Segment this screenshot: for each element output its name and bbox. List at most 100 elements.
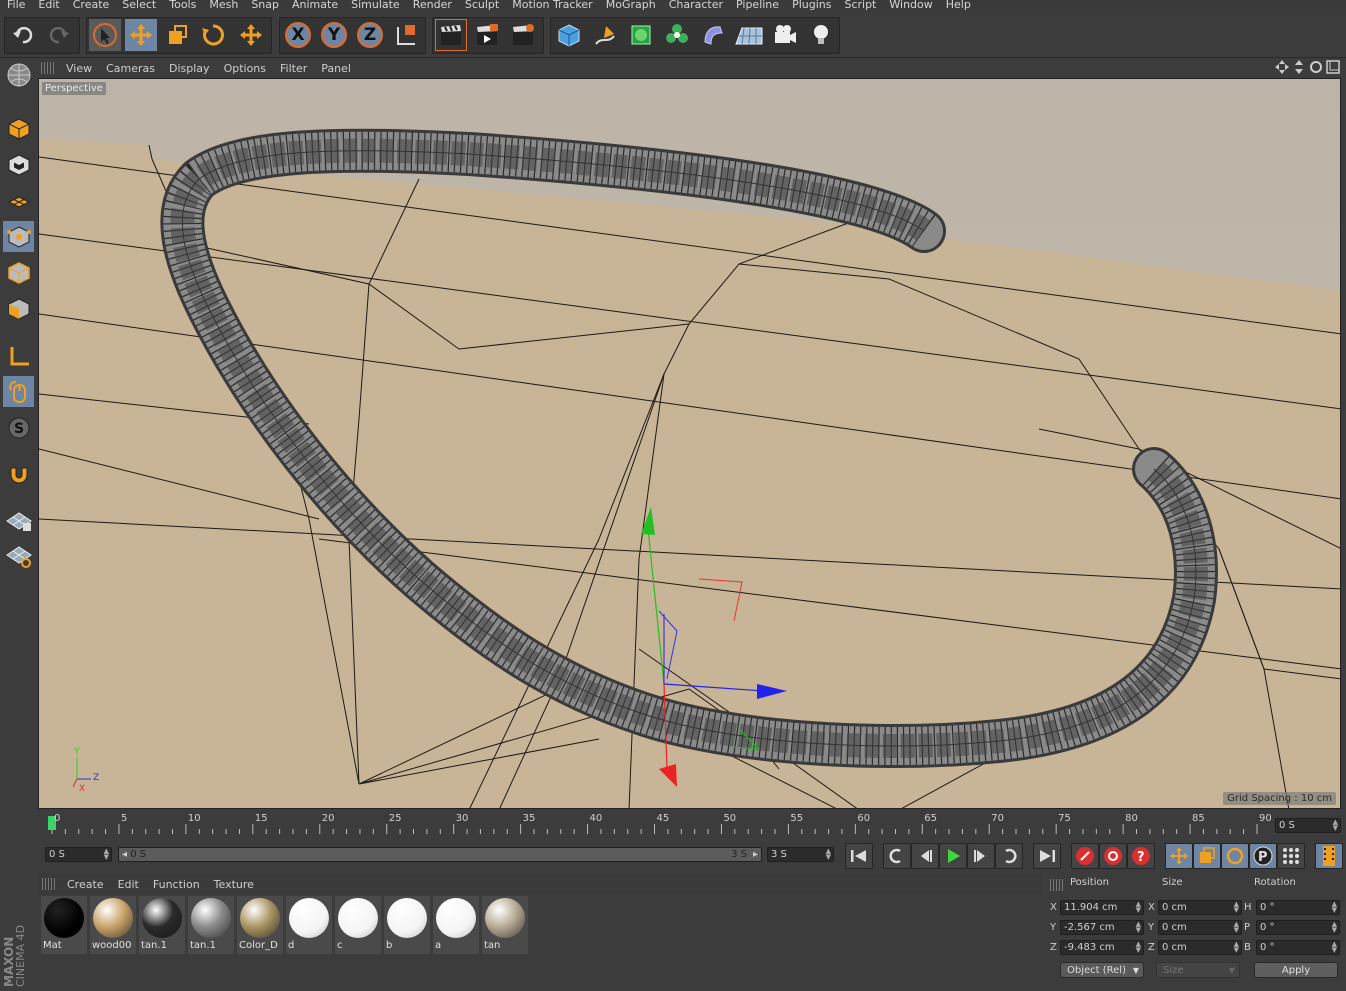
- menu-snap[interactable]: Snap: [244, 0, 285, 11]
- viewport-menu-filter[interactable]: Filter: [273, 62, 314, 75]
- material-swatch[interactable]: tan.1: [188, 896, 234, 954]
- material-menu-texture[interactable]: Texture: [207, 878, 261, 891]
- position-y-field[interactable]: -2.567 cm ▲ ▼: [1060, 920, 1144, 935]
- zoom-icon[interactable]: [1292, 60, 1306, 74]
- size-x-field[interactable]: 0 cm ▲ ▼: [1158, 900, 1242, 915]
- live-selection-button[interactable]: [89, 19, 121, 51]
- scale-tool-button[interactable]: [161, 19, 193, 51]
- menu-script[interactable]: Script: [837, 0, 882, 11]
- workplane-mode-button[interactable]: [3, 185, 34, 216]
- time-range-slider[interactable]: ◂ 0 S 3 S ▸: [118, 847, 762, 862]
- rotate-tool-button[interactable]: [197, 19, 229, 51]
- viewport-menu-options[interactable]: Options: [217, 62, 273, 75]
- record-keys-button[interactable]: [1071, 843, 1099, 869]
- menu-animate[interactable]: Animate: [285, 0, 344, 11]
- material-swatch[interactable]: Mat: [41, 896, 87, 954]
- render-settings-button[interactable]: [507, 19, 539, 51]
- menu-plugins[interactable]: Plugins: [785, 0, 837, 11]
- keyframe-selection-button[interactable]: ?: [1127, 843, 1155, 869]
- snapping-button[interactable]: S: [3, 412, 34, 443]
- menu-tools[interactable]: Tools: [162, 0, 202, 11]
- size-mode-dropdown[interactable]: Size ▼: [1156, 962, 1240, 978]
- x-axis-lock-button[interactable]: X: [282, 19, 314, 51]
- material-swatch[interactable]: d: [286, 896, 332, 954]
- material-menu-function[interactable]: Function: [146, 878, 207, 891]
- menu-create[interactable]: Create: [66, 0, 116, 11]
- menu-mesh[interactable]: Mesh: [202, 0, 244, 11]
- menu-help[interactable]: Help: [939, 0, 977, 11]
- key-rotation-toggle[interactable]: [1221, 843, 1249, 869]
- position-x-field[interactable]: 11.904 cm ▲ ▼: [1060, 900, 1144, 915]
- floor-button[interactable]: [733, 19, 765, 51]
- model-mode-button[interactable]: [3, 113, 34, 144]
- key-parameter-toggle[interactable]: P: [1249, 843, 1277, 869]
- current-frame-field[interactable]: 0 S ▲ ▼: [1275, 818, 1341, 833]
- menu-character[interactable]: Character: [662, 0, 729, 11]
- material-menu-edit[interactable]: Edit: [111, 878, 146, 891]
- cube-object-button[interactable]: [553, 19, 585, 51]
- apply-button[interactable]: Apply: [1254, 962, 1338, 978]
- redo-button[interactable]: [43, 19, 75, 51]
- render-picture-viewer-button[interactable]: [471, 19, 503, 51]
- polygons-mode-button[interactable]: [3, 293, 34, 324]
- planar-workplane-button[interactable]: [3, 540, 34, 571]
- key-position-toggle[interactable]: [1165, 843, 1193, 869]
- coords-grip-handle[interactable]: [1050, 879, 1064, 891]
- rotation-b-field[interactable]: 0 ° ▲ ▼: [1256, 940, 1340, 955]
- menu-mograph[interactable]: MoGraph: [599, 0, 662, 11]
- edges-mode-button[interactable]: [3, 257, 34, 288]
- viewport-menu-view[interactable]: View: [59, 62, 99, 75]
- enable-snap-button[interactable]: [3, 458, 34, 489]
- viewport-menu-display[interactable]: Display: [162, 62, 217, 75]
- viewport-menu-cameras[interactable]: Cameras: [99, 62, 162, 75]
- viewport-menu-panel[interactable]: Panel: [314, 62, 358, 75]
- end-time-field[interactable]: 3 S ▲ ▼: [767, 847, 834, 862]
- grip-handle[interactable]: [41, 62, 55, 74]
- rotation-h-field[interactable]: 0 ° ▲ ▼: [1256, 900, 1340, 915]
- autokey-button[interactable]: [1099, 843, 1127, 869]
- material-swatch[interactable]: a: [433, 896, 479, 954]
- menu-simulate[interactable]: Simulate: [344, 0, 406, 11]
- size-y-field[interactable]: 0 cm ▲ ▼: [1158, 920, 1242, 935]
- menu-render[interactable]: Render: [406, 0, 458, 11]
- goto-end-button[interactable]: [1033, 843, 1061, 869]
- menu-motion-tracker[interactable]: Motion Tracker: [505, 0, 598, 11]
- menu-edit[interactable]: Edit: [31, 0, 65, 11]
- key-scale-toggle[interactable]: [1193, 843, 1221, 869]
- rotation-p-field[interactable]: 0 ° ▲ ▼: [1256, 920, 1340, 935]
- make-editable-button[interactable]: [3, 59, 34, 90]
- deformer-button[interactable]: [697, 19, 729, 51]
- camera-button[interactable]: [769, 19, 801, 51]
- play-button[interactable]: [939, 843, 967, 869]
- material-swatch[interactable]: tan: [482, 896, 528, 954]
- timeline-window-button[interactable]: [1315, 843, 1343, 869]
- orbit-icon[interactable]: [1309, 60, 1323, 74]
- start-time-field[interactable]: 0 S ▲ ▼: [45, 847, 112, 862]
- perspective-viewport[interactable]: Perspective Y Z X Grid Spacing : 10 cm: [38, 78, 1341, 809]
- material-swatch[interactable]: tan.1: [139, 896, 185, 954]
- light-button[interactable]: [805, 19, 837, 51]
- pen-spline-button[interactable]: [589, 19, 621, 51]
- material-swatch[interactable]: c: [335, 896, 381, 954]
- timeline-ruler[interactable]: 0 5 10 15 20 25 30 35 40 45 50 55 60 65 70 75 80 85 90 0 S…: [38, 812, 1346, 842]
- next-key-button[interactable]: [995, 843, 1023, 869]
- cloner-button[interactable]: [661, 19, 693, 51]
- goto-start-button[interactable]: [845, 843, 873, 869]
- undo-button[interactable]: [7, 19, 39, 51]
- position-z-field[interactable]: -9.483 cm ▲ ▼: [1060, 940, 1144, 955]
- subdivision-surface-button[interactable]: [625, 19, 657, 51]
- size-z-field[interactable]: 0 cm ▲ ▼: [1158, 940, 1242, 955]
- key-pla-toggle[interactable]: [1277, 843, 1305, 869]
- menu-sculpt[interactable]: Sculpt: [458, 0, 505, 11]
- coordinate-mode-dropdown[interactable]: Object (Rel) ▼: [1060, 962, 1144, 978]
- menu-window[interactable]: Window: [882, 0, 938, 11]
- pan-icon[interactable]: [1275, 60, 1289, 74]
- points-mode-button[interactable]: [3, 221, 34, 252]
- prev-key-button[interactable]: [883, 843, 911, 869]
- menu-file[interactable]: File: [0, 0, 31, 11]
- transform-tool-button[interactable]: [235, 19, 267, 51]
- viewport-camera-label[interactable]: Perspective: [42, 82, 106, 95]
- axis-mode-button[interactable]: [3, 340, 34, 371]
- y-axis-lock-button[interactable]: Y: [318, 19, 350, 51]
- prev-frame-button[interactable]: [911, 843, 939, 869]
